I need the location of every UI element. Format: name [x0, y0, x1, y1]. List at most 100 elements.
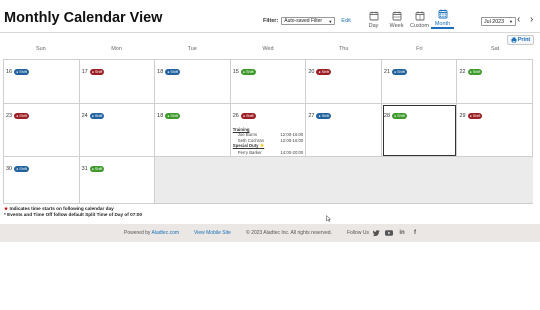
assignment-time: 12:00-16:00 [280, 137, 304, 143]
youtube-icon[interactable] [385, 230, 393, 237]
shift-badge[interactable]: ● Shift [467, 113, 483, 119]
shift-badge[interactable]: ● Shift [89, 113, 105, 119]
shift-dot-icon: ● [91, 69, 94, 74]
header-divider [0, 32, 540, 33]
day-cell[interactable]: 31 ● Shift [79, 157, 156, 204]
shift-badge-label: Shift [321, 69, 330, 74]
shift-badge-label: Shift [19, 166, 27, 171]
shift-badge-label: Shift [397, 113, 405, 118]
day-cell[interactable]: 18 ● Shift [155, 60, 231, 104]
shift-badge[interactable]: ● Shift [240, 69, 256, 75]
day-cell[interactable]: 24 ● Shift [79, 104, 156, 157]
day-detail: Training Joe Burns 12:00-16:00 Seth Cochr… [233, 127, 304, 155]
shift-badge[interactable]: ● Shift [316, 113, 332, 119]
calendar-custom-icon [415, 11, 424, 21]
month-calendar: Sun Mon Tue Wed Thu Fri Sat 16 ● Shift 17 ●… [3, 44, 534, 204]
shift-dot-icon: ● [318, 113, 321, 118]
day-number: 23 [6, 112, 13, 119]
day-cell[interactable]: 15 ● Shift [230, 60, 307, 104]
month-select[interactable]: Jul 2023 ▼ [481, 17, 516, 26]
chevron-left-icon[interactable]: ‹ [517, 15, 520, 25]
shift-dot-icon: ● [318, 69, 321, 74]
edit-filter-link[interactable]: Edit [341, 18, 350, 24]
filter-select[interactable]: Auto-saved Filter ▼ [281, 17, 336, 25]
day-number: 22 [459, 68, 466, 75]
day-cell[interactable]: 29 ● Shift [457, 104, 534, 157]
filter-label: Filter: [263, 18, 279, 24]
shift-badge[interactable]: ● Shift [89, 166, 105, 172]
tab-week[interactable]: Week [385, 6, 408, 29]
day-number: 27 [308, 112, 315, 119]
shift-badge-label: Shift [245, 113, 254, 118]
day-cell[interactable]: 18 ● Shift [155, 104, 231, 157]
chevron-right-icon[interactable]: › [530, 15, 533, 25]
shift-badge[interactable]: ● Shift [14, 166, 29, 172]
shift-badge[interactable]: ● Shift [165, 69, 181, 75]
copyright-text: © 2023 Aladtec Inc. All rights reserved. [246, 230, 332, 236]
shift-badge-label: Shift [245, 69, 254, 74]
chevron-down-icon: ▼ [509, 19, 513, 24]
shift-badge-label: Shift [321, 113, 330, 118]
footer: Powered by Aladtec.com View Mobile Site … [0, 224, 540, 242]
shift-badge[interactable]: ● Shift [316, 69, 332, 75]
tab-month[interactable]: Month [431, 6, 454, 29]
day-number: 20 [308, 68, 315, 75]
shift-badge[interactable]: ● Shift [392, 113, 407, 119]
weekday-header: Mon [111, 46, 122, 52]
day-cell[interactable]: 17 ● Shift [79, 60, 156, 104]
day-cell[interactable]: 16 ● Shift [4, 60, 80, 104]
powered-by: Powered by Aladtec.com [124, 230, 179, 236]
assignment-row[interactable]: Perry Barker 14:00-20:00 [233, 150, 304, 155]
shift-badge-label: Shift [94, 69, 103, 74]
day-cell[interactable]: 26 ● Shift Training Joe Burns 12:00-16:00 S… [230, 104, 307, 172]
linkedin-icon[interactable]: in [398, 230, 406, 237]
shift-badge[interactable]: ● Shift [240, 113, 256, 119]
social-links: in f [372, 230, 419, 237]
twitter-icon[interactable] [372, 230, 380, 237]
shift-badge-label: Shift [94, 113, 103, 118]
shift-badge-label: Shift [472, 113, 481, 118]
day-cell[interactable]: 21 ● Shift [381, 60, 458, 104]
shift-badge-label: Shift [170, 69, 179, 74]
empty-days-area [155, 157, 533, 204]
day-cell[interactable]: 30 ● Shift [4, 157, 80, 204]
day-cell-selected[interactable]: 28 ● Shift [381, 104, 458, 157]
weekday-header: Fri [416, 46, 423, 52]
shift-dot-icon: ● [394, 69, 397, 74]
shift-badge[interactable]: ● Shift [14, 113, 29, 119]
tab-week-label: Week [389, 23, 404, 29]
day-number: 15 [232, 68, 239, 75]
shift-dot-icon: ● [242, 113, 245, 118]
shift-badge[interactable]: ● Shift [392, 69, 407, 75]
shift-badge[interactable]: ● Shift [467, 69, 483, 75]
shift-badge[interactable]: ● Shift [14, 69, 29, 75]
shift-dot-icon: ● [16, 69, 19, 74]
filter-bar: Filter: Auto-saved Filter ▼ Edit [263, 17, 351, 25]
shift-dot-icon: ● [91, 166, 94, 171]
special-duty-label: Special Duty [232, 143, 259, 149]
shift-dot-icon: ● [91, 113, 94, 118]
powered-by-prefix: Powered by [124, 230, 151, 236]
page-title: Monthly Calendar View [4, 10, 163, 26]
day-cell[interactable]: 27 ● Shift [306, 104, 382, 157]
tab-custom[interactable]: Custom [408, 6, 431, 29]
day-cell[interactable]: 20 ● Shift [306, 60, 382, 104]
day-number: 18 [157, 112, 164, 119]
tab-day[interactable]: Day [362, 6, 385, 29]
red-star-icon: ★ [4, 206, 9, 211]
weekday-header: Sat [490, 46, 500, 52]
day-number: 26 [232, 112, 239, 119]
week-row: 16 ● Shift 17 ● Shift 18 ● Shift 15 ● Shift 20 ● S… [4, 60, 534, 104]
mobile-site-link[interactable]: View Mobile Site [194, 230, 231, 236]
day-cell[interactable]: 22 ● Shift [457, 60, 534, 104]
legend-notes: ★ Indicates time starts on following cal… [4, 206, 142, 218]
aladtec-link[interactable]: Aladtec.com [152, 230, 180, 236]
weekday-header: Tue [187, 46, 197, 52]
facebook-icon[interactable]: f [411, 230, 419, 237]
day-cell[interactable]: 23 ● Shift [4, 104, 80, 157]
shift-badge[interactable]: ● Shift [89, 69, 105, 75]
day-number: 28 [383, 112, 391, 119]
calendar-grid: 16 ● Shift 17 ● Shift 18 ● Shift 15 ● Shift 20 ● S… [3, 59, 534, 204]
shift-badge[interactable]: ● Shift [165, 113, 181, 119]
weekday-header: Sun [35, 46, 46, 52]
